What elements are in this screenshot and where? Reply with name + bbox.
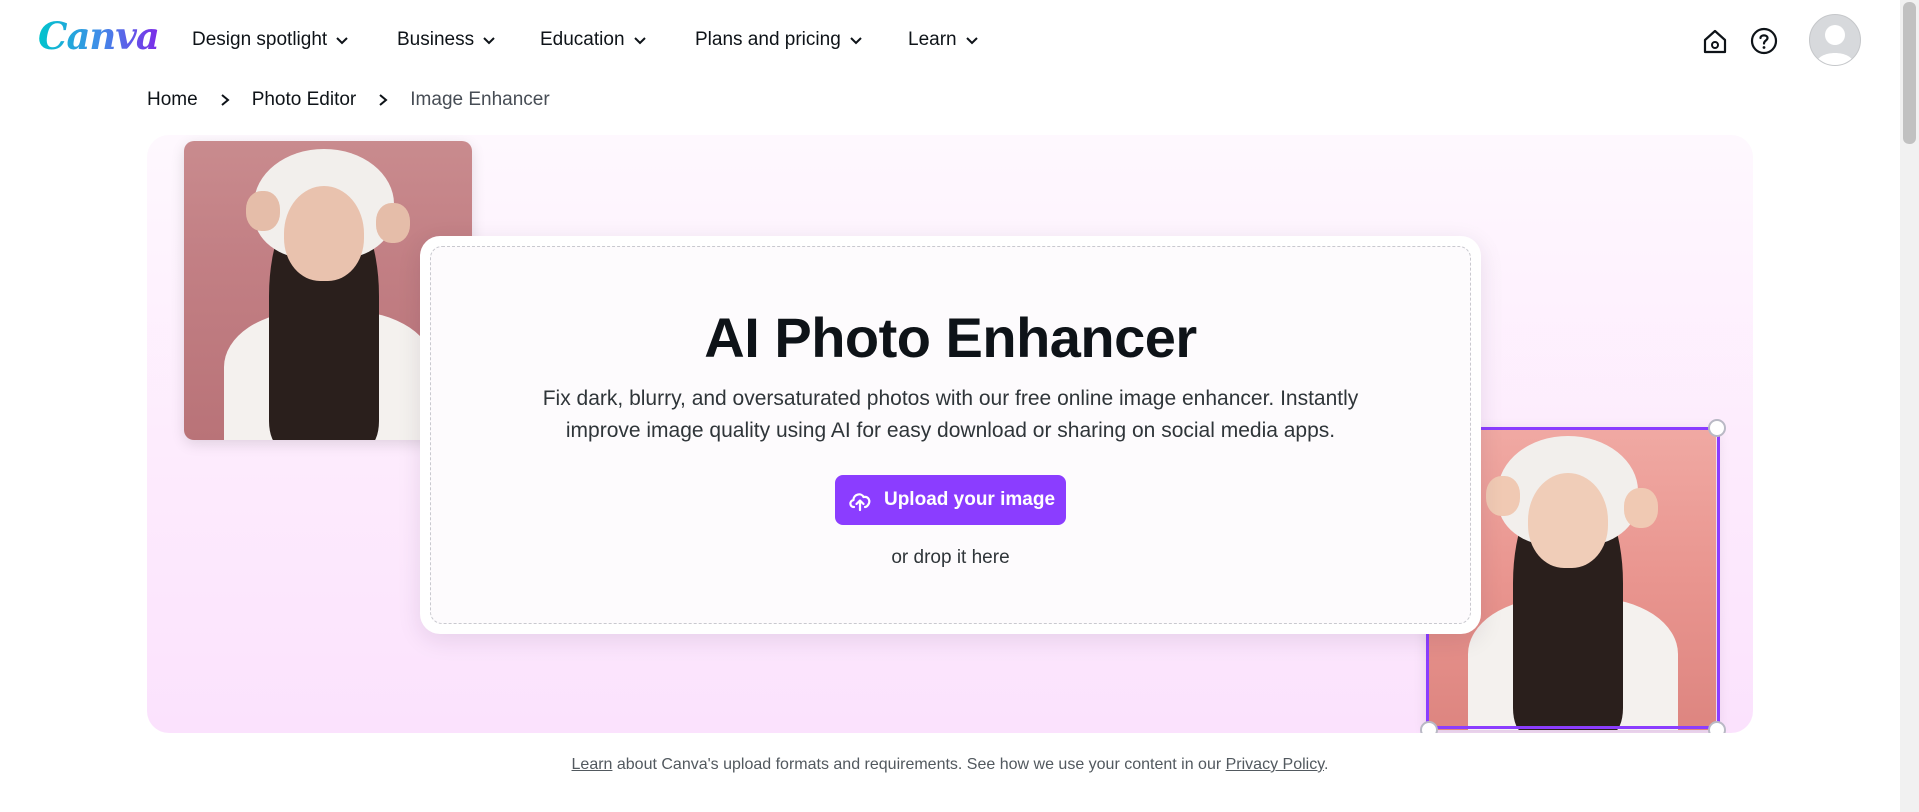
nav-business[interactable]: Business: [397, 29, 496, 51]
upload-disclaimer: Learn about Canva's upload formats and r…: [0, 756, 1900, 774]
disclaimer-end: .: [1324, 756, 1329, 773]
chevron-right-icon: [221, 94, 230, 106]
cloud-upload-icon: [849, 493, 871, 512]
top-navigation: Canva Design spotlight Business Educatio…: [0, 0, 1900, 82]
user-icon: [1816, 25, 1854, 65]
learn-link[interactable]: Learn: [572, 756, 613, 773]
nav-item-label: Design spotlight: [192, 29, 328, 50]
upload-button-label: Upload your image: [883, 489, 1056, 510]
upload-image-button[interactable]: Upload your image: [835, 475, 1066, 525]
nav-education[interactable]: Education: [540, 29, 647, 51]
privacy-policy-link[interactable]: Privacy Policy: [1226, 756, 1324, 773]
resize-handle: [1708, 721, 1726, 733]
scrollbar-thumb[interactable]: [1903, 2, 1916, 144]
nav-item-label: Learn: [908, 29, 957, 50]
help-icon[interactable]: [1749, 26, 1779, 56]
chevron-down-icon: [850, 37, 862, 45]
chevron-down-icon: [336, 37, 348, 45]
nav-learn[interactable]: Learn: [908, 29, 979, 51]
nav-item-label: Plans and pricing: [695, 29, 841, 50]
chevron-right-icon: [379, 94, 388, 106]
breadcrumb: Home Photo Editor Image Enhancer: [147, 89, 550, 111]
avatar[interactable]: [1809, 14, 1861, 66]
hero-description: Fix dark, blurry, and oversaturated phot…: [542, 387, 1359, 442]
breadcrumb-home[interactable]: Home: [147, 89, 198, 111]
breadcrumb-current: Image Enhancer: [410, 89, 550, 110]
hero-section: AI Photo Enhancer Fix dark, blurry, and …: [147, 135, 1753, 733]
page-title: AI Photo Enhancer: [704, 306, 1197, 369]
drop-hint: or drop it here: [891, 547, 1010, 568]
chevron-down-icon: [633, 37, 646, 45]
nav-plans-and-pricing[interactable]: Plans and pricing: [695, 29, 863, 51]
upload-card: AI Photo Enhancer Fix dark, blurry, and …: [420, 236, 1481, 634]
nav-item-label: Education: [540, 29, 625, 50]
chevron-down-icon: [965, 37, 978, 45]
canva-logo[interactable]: Canva: [38, 14, 160, 58]
home-icon[interactable]: [1700, 26, 1730, 56]
breadcrumb-photo-editor[interactable]: Photo Editor: [252, 89, 357, 111]
nav-design-spotlight[interactable]: Design spotlight: [192, 29, 349, 51]
nav-item-label: Business: [397, 29, 475, 50]
drop-zone[interactable]: AI Photo Enhancer Fix dark, blurry, and …: [430, 246, 1471, 624]
chevron-down-icon: [483, 37, 495, 45]
disclaimer-text: about Canva's upload formats and require…: [612, 756, 1226, 773]
resize-handle: [1708, 419, 1726, 437]
resize-handle: [1420, 721, 1438, 733]
